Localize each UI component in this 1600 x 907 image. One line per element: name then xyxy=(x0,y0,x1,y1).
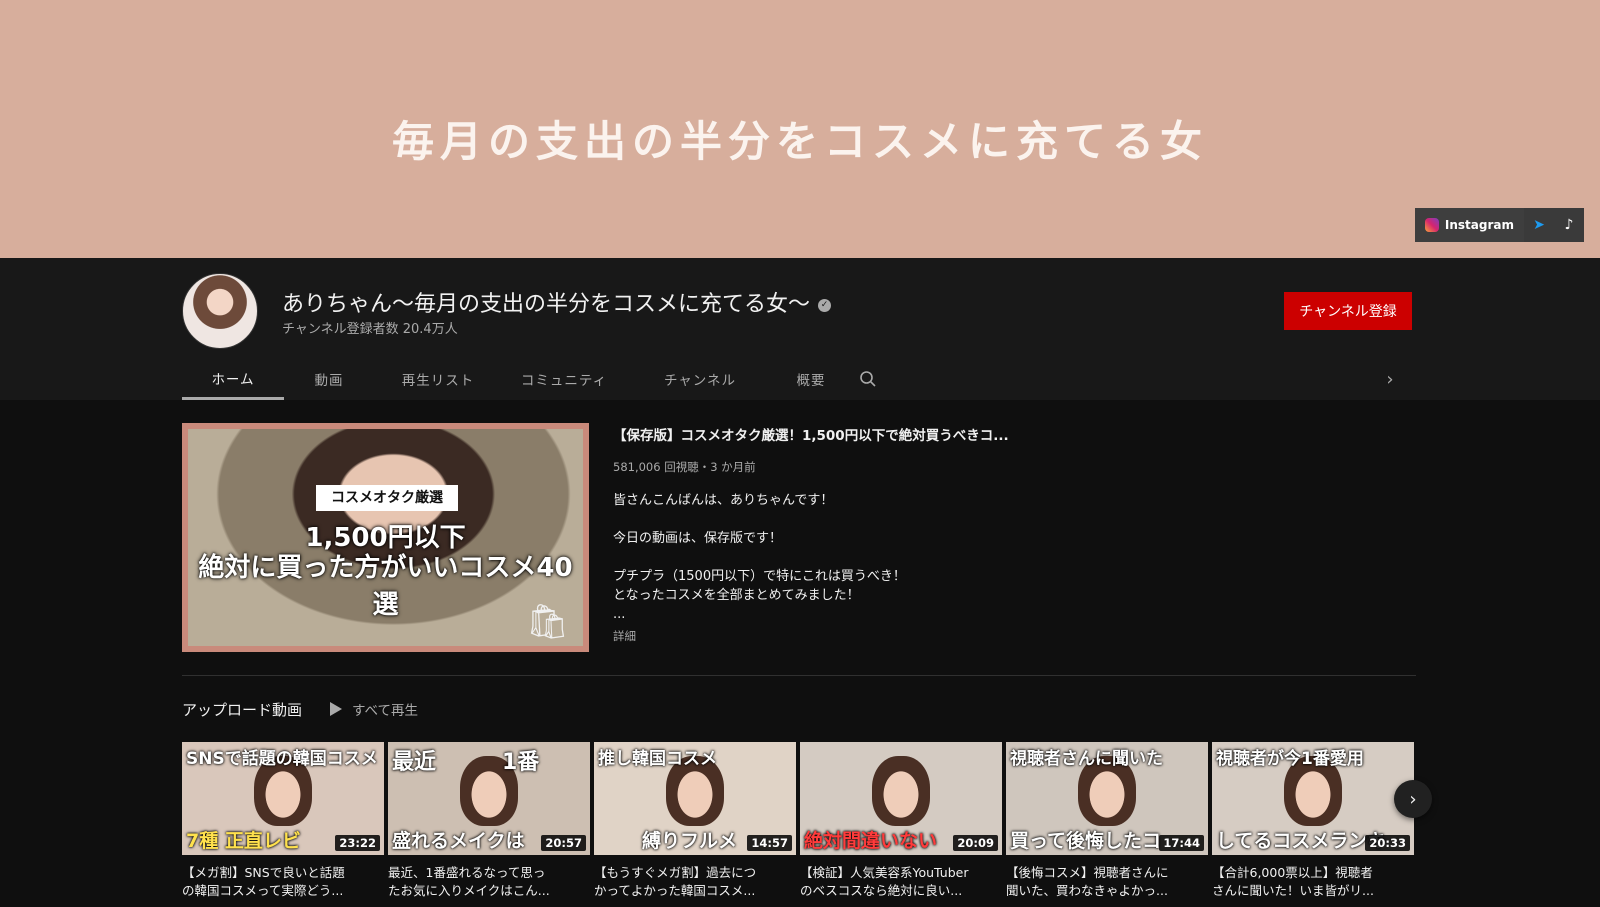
video-thumbnail[interactable]: 視聴者が今1番愛用 してるコスメランキ 20:33 xyxy=(1212,742,1414,855)
thumbnail-caption-bottom: 買って後悔したコ xyxy=(1010,830,1162,852)
video-title-line: のベスコスなら絶対に良い... xyxy=(800,883,963,898)
thumbnail-face xyxy=(872,756,930,826)
thumbnail-caption-top: 視聴者が今1番愛用 xyxy=(1216,749,1364,769)
video-card[interactable]: SNSで話題の韓国コスメ 7種 正直レビ 23:22 【メガ割】SNSで良いと話… xyxy=(182,742,384,900)
tab-about[interactable]: 概要 xyxy=(774,358,848,400)
thumbnail-caption-bottom: 7種 正直レビ xyxy=(186,830,301,852)
thumbnail-caption-bottom: 絶対間違いない xyxy=(804,830,938,852)
tabs-scroll-next[interactable]: › xyxy=(1378,358,1402,400)
tab-channels[interactable]: チャンネル xyxy=(626,358,774,400)
video-title-line: 【合計6,000票以上】視聴者 xyxy=(1212,865,1373,880)
channel-tabs: ホーム 動画 再生リスト コミュニティ チャンネル 概要 xyxy=(182,358,888,400)
chevron-right-icon: › xyxy=(1409,788,1417,810)
video-title-line: かってよかった韓国コスメ... xyxy=(594,883,756,898)
twitter-link[interactable]: ➤ xyxy=(1524,208,1554,242)
channel-header: ありちゃん〜毎月の支出の半分をコスメに充てる女〜 ✓ チャンネル登録者数 20.4… xyxy=(0,258,1600,400)
play-all-button[interactable]: すべて再生 xyxy=(330,699,418,719)
featured-thumbnail-image: コスメオタク厳選 1,500円以下 絶対に買った方がいいコスメ40選 🛍 xyxy=(188,429,583,646)
shelf-scroll-next[interactable]: › xyxy=(1394,780,1432,818)
verified-icon: ✓ xyxy=(818,298,832,312)
description-line: となったコスメを全部まとめてみました！ xyxy=(613,588,860,603)
description-more-link[interactable]: 詳細 xyxy=(613,628,636,644)
channel-avatar[interactable] xyxy=(182,273,258,349)
video-title[interactable]: 【検証】人気美容系YouTuber のベスコスなら絶対に良い... xyxy=(800,864,1002,900)
video-title[interactable]: 【メガ割】SNSで良いと話題 の韓国コスメって実際どう... xyxy=(182,864,384,900)
video-title-line: たお気に入りメイクはこん... xyxy=(388,883,550,898)
tab-home[interactable]: ホーム xyxy=(182,358,284,400)
tab-playlists[interactable]: 再生リスト xyxy=(374,358,502,400)
description-line: 皆さんこんばんは、ありちゃんです！ xyxy=(613,493,834,508)
thumbnail-headline-2: 絶対に買った方がいいコスメ40選 xyxy=(198,553,573,620)
channel-name: ありちゃん〜毎月の支出の半分をコスメに充てる女〜 xyxy=(282,292,811,317)
thumbnail-chip: コスメオタク厳選 xyxy=(316,485,458,511)
featured-video-description: 皆さんこんばんは、ありちゃんです！ 今日の動画は、保存版です！ プチプラ（150… xyxy=(613,491,1113,624)
video-card[interactable]: 絶対間違いない 20:09 【検証】人気美容系YouTuber のベスコスなら絶… xyxy=(800,742,1002,900)
channel-banner: 毎月の支出の半分をコスメに充てる女 Instagram ➤ ♪ xyxy=(0,0,1600,258)
play-icon xyxy=(330,702,342,716)
instagram-link[interactable]: Instagram xyxy=(1414,208,1524,242)
description-line: プチプラ（1500円以下）で特にこれは買うべき！ xyxy=(613,569,906,584)
thumbnail-caption-top: 視聴者さんに聞いた xyxy=(1010,749,1163,769)
video-title[interactable]: 最近、1番盛れるなって思っ たお気に入りメイクはこん... xyxy=(388,864,590,900)
thumbnail-caption-top: SNSで話題の韓国コスメ xyxy=(186,749,378,769)
video-title-line: さんに聞いた！いま皆がリ... xyxy=(1212,883,1374,898)
video-title[interactable]: 【もうすぐメガ割】過去につ かってよかった韓国コスメ... xyxy=(594,864,796,900)
featured-video-thumbnail[interactable]: コスメオタク厳選 1,500円以下 絶対に買った方がいいコスメ40選 🛍 xyxy=(182,423,589,652)
video-title[interactable]: 【後悔コスメ】視聴者さんに 聞いた、買わなきゃよかっ... xyxy=(1006,864,1208,900)
subscriber-count: チャンネル登録者数 20.4万人 xyxy=(282,322,458,337)
video-duration: 23:22 xyxy=(335,835,380,851)
banner-title: 毎月の支出の半分をコスメに充てる女 xyxy=(391,117,1208,166)
tab-videos[interactable]: 動画 xyxy=(284,358,374,400)
uploads-shelf-title[interactable]: アップロード動画 xyxy=(182,699,302,720)
section-divider xyxy=(182,675,1416,676)
channel-name-row: ありちゃん〜毎月の支出の半分をコスメに充てる女〜 ✓ xyxy=(282,286,832,318)
video-card[interactable]: 最近 1番 盛れるメイクは 20:57 最近、1番盛れるなって思っ たお気に入り… xyxy=(388,742,590,900)
instagram-icon xyxy=(1424,218,1439,232)
description-line: ... xyxy=(613,607,626,622)
video-card[interactable]: 推し韓国コスメ 縛りフルメ 14:57 【もうすぐメガ割】過去につ かってよかっ… xyxy=(594,742,796,900)
chevron-right-icon: › xyxy=(1386,368,1394,390)
video-title-line: 【後悔コスメ】視聴者さんに xyxy=(1006,865,1169,880)
video-title-line: 【もうすぐメガ割】過去につ xyxy=(594,865,757,880)
featured-video-title[interactable]: 【保存版】コスメオタク厳選！1,500円以下で絶対買うべきコ... xyxy=(613,424,1013,444)
video-thumbnail[interactable]: 視聴者さんに聞いた 買って後悔したコ 17:44 xyxy=(1006,742,1208,855)
video-duration: 20:09 xyxy=(953,835,998,851)
play-all-label: すべて再生 xyxy=(352,703,419,719)
thumbnail-caption-top: 推し韓国コスメ xyxy=(598,749,717,769)
video-card[interactable]: 視聴者が今1番愛用 してるコスメランキ 20:33 【合計6,000票以上】視聴… xyxy=(1212,742,1414,900)
channel-search-button[interactable] xyxy=(848,358,888,400)
video-title-line: 最近、1番盛れるなって思っ xyxy=(388,865,546,880)
tiktok-icon: ♪ xyxy=(1564,217,1574,233)
video-title-line: の韓国コスメって実際どう... xyxy=(182,883,344,898)
social-links: Instagram ➤ ♪ xyxy=(1414,208,1584,242)
uploads-shelf: SNSで話題の韓国コスメ 7種 正直レビ 23:22 【メガ割】SNSで良いと話… xyxy=(182,742,1416,907)
twitter-icon: ➤ xyxy=(1533,217,1545,233)
description-line: 今日の動画は、保存版です！ xyxy=(613,531,783,546)
thumbnail-caption-bottom: してるコスメランキ xyxy=(1216,830,1387,852)
video-card[interactable]: 視聴者さんに聞いた 買って後悔したコ 17:44 【後悔コスメ】視聴者さんに 聞… xyxy=(1006,742,1208,900)
search-icon xyxy=(860,371,876,387)
thumbnail-caption-bottom: 縛りフルメ xyxy=(642,830,738,852)
shopping-illustration-icon: 🛍 xyxy=(525,602,569,642)
thumbnail-caption-top: 最近 1番 xyxy=(392,750,540,775)
video-thumbnail[interactable]: SNSで話題の韓国コスメ 7種 正直レビ 23:22 xyxy=(182,742,384,855)
video-duration: 20:57 xyxy=(541,835,586,851)
subscribe-button[interactable]: チャンネル登録 xyxy=(1284,292,1412,330)
video-thumbnail[interactable]: 最近 1番 盛れるメイクは 20:57 xyxy=(388,742,590,855)
tab-community[interactable]: コミュニティ xyxy=(502,358,626,400)
thumbnail-caption-bottom: 盛れるメイクは xyxy=(392,830,525,852)
video-thumbnail[interactable]: 推し韓国コスメ 縛りフルメ 14:57 xyxy=(594,742,796,855)
video-title-line: 【メガ割】SNSで良いと話題 xyxy=(182,865,345,880)
video-title[interactable]: 【合計6,000票以上】視聴者 さんに聞いた！いま皆がリ... xyxy=(1212,864,1414,900)
video-duration: 20:33 xyxy=(1365,835,1410,851)
video-title-line: 【検証】人気美容系YouTuber xyxy=(800,865,969,880)
youtube-channel-page: 毎月の支出の半分をコスメに充てる女 Instagram ➤ ♪ ありちゃん〜毎月… xyxy=(0,0,1600,907)
video-duration: 14:57 xyxy=(747,835,792,851)
video-thumbnail[interactable]: 絶対間違いない 20:09 xyxy=(800,742,1002,855)
video-title-line: 聞いた、買わなきゃよかっ... xyxy=(1006,883,1168,898)
video-duration: 17:44 xyxy=(1159,835,1204,851)
instagram-label: Instagram xyxy=(1444,218,1514,232)
featured-video-meta: 581,006 回視聴・3 か月前 xyxy=(613,460,756,474)
tiktok-link[interactable]: ♪ xyxy=(1554,208,1584,242)
